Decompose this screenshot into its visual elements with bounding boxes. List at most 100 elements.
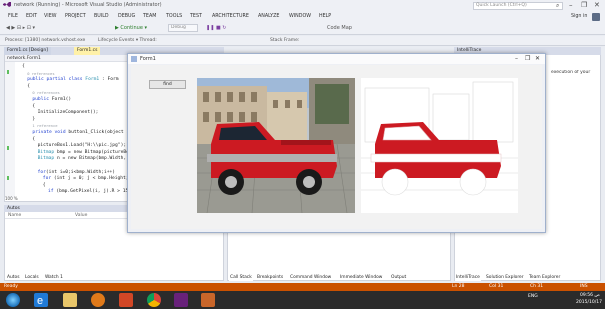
status-text: Ready (4, 284, 18, 289)
code-line[interactable]: { (27, 84, 30, 89)
form1-minimize-button[interactable]: – (515, 55, 518, 62)
code-line[interactable]: public partial class Form1 : Form (27, 77, 118, 82)
change-marker (7, 70, 9, 74)
start-button-icon[interactable] (6, 293, 20, 307)
debug-actions-icon[interactable]: ❚❚ ■ ↻ (206, 25, 226, 31)
minimize-button[interactable]: – (569, 1, 573, 9)
visual-studio-logo-icon (3, 2, 11, 7)
code-line[interactable]: { (32, 137, 35, 142)
menu-bar: FILE EDIT VIEW PROJECT BUILD DEBUG TEAM … (0, 11, 605, 22)
quick-launch-input[interactable]: Quick Launch (Ctrl+Q) (473, 2, 563, 10)
code-map-button[interactable]: Code Map (327, 25, 352, 31)
status-ch: Ch 31 (530, 284, 544, 289)
form-icon (131, 56, 137, 62)
menu-tools[interactable]: TOOLS (166, 14, 182, 19)
menu-project[interactable]: PROJECT (65, 14, 86, 19)
visual-studio-icon[interactable] (174, 293, 188, 307)
toolbar: ◀ ▶ ⊟ ▸ ⊡ ▾ ▶ Continue ▾ Debug ❚❚ ■ ↻ Co… (0, 22, 605, 35)
car-photo-icon (197, 78, 355, 213)
close-button[interactable]: ✕ (594, 1, 600, 9)
app-icon[interactable] (201, 293, 215, 307)
tab-breakpoints[interactable]: Breakpoints (256, 274, 284, 281)
maximize-button[interactable]: ❐ (581, 1, 587, 9)
column-value[interactable]: Value (75, 212, 87, 219)
debug-location-bar: Process: [1380] network.vshost.exe Lifec… (0, 36, 605, 46)
status-bar: Ready Ln 28 Col 31 Ch 31 INS (0, 283, 605, 291)
file-explorer-icon[interactable] (63, 293, 77, 307)
code-line[interactable]: 1 reference (32, 123, 57, 129)
continue-button[interactable]: ▶ Continue ▾ (115, 25, 147, 31)
zoom-level[interactable]: 100 % (5, 196, 45, 202)
tab-immediate-window[interactable]: Immediate Window (339, 274, 383, 281)
tab-autos[interactable]: Autos (6, 274, 20, 281)
code-line[interactable]: pictureBox1.Load("H:\\pic.jpg"); (38, 143, 127, 148)
class-dropdown[interactable]: network.Form1 (7, 55, 41, 62)
tab-solution-explorer[interactable]: Solution Explorer (485, 274, 525, 281)
process-dropdown[interactable]: Process: [1380] network.vshost.exe (5, 38, 85, 43)
tab-form1-cs[interactable]: Form1.cs (74, 47, 101, 55)
change-marker (7, 176, 9, 180)
processed-picture (361, 78, 518, 213)
column-name[interactable]: Name (8, 212, 21, 219)
code-line[interactable]: InitializeComponent(); (38, 110, 99, 115)
navigate-buttons[interactable]: ◀ ▶ ⊟ ▸ ⊡ ▾ (6, 25, 35, 31)
tray-date[interactable]: 2015/10/17 (576, 300, 602, 305)
original-picture (197, 78, 355, 213)
menu-architecture[interactable]: ARCHITECTURE (212, 14, 249, 19)
tab-form1-design[interactable]: Form1.cs [Design] (4, 47, 51, 55)
code-line[interactable]: } (32, 117, 35, 122)
menu-debug[interactable]: DEBUG (118, 14, 135, 19)
change-marker (7, 146, 9, 150)
form1-maximize-button[interactable]: ❐ (525, 55, 530, 62)
code-line[interactable]: if (bmp.GetPixel(i, j).R > 150) (48, 189, 134, 194)
search-icon[interactable]: ⌕ (556, 2, 559, 10)
intellitrace-text: execution of your (551, 70, 591, 75)
window-title: network (Running) - Microsoft Visual Stu… (14, 2, 162, 8)
avatar[interactable] (592, 13, 600, 21)
code-line[interactable]: { (32, 104, 35, 109)
status-col: Col 31 (489, 284, 504, 289)
code-line[interactable]: for(int i=0;i<bmp.Width;i++) (38, 170, 115, 175)
code-line[interactable]: 0 references (32, 90, 59, 96)
tray-language[interactable]: ENG (528, 294, 538, 299)
tab-locals[interactable]: Locals (24, 274, 40, 281)
form1-title: Form1 (140, 56, 156, 62)
menu-analyze[interactable]: ANALYZE (258, 14, 279, 19)
sign-in-link[interactable]: Sign in (571, 14, 587, 19)
status-line: Ln 28 (452, 284, 465, 289)
menu-window[interactable]: WINDOW (289, 14, 311, 19)
menu-build[interactable]: BUILD (94, 14, 109, 19)
title-bar: network (Running) - Microsoft Visual Stu… (0, 0, 605, 11)
menu-edit[interactable]: EDIT (26, 14, 37, 19)
status-mode: INS (580, 284, 588, 289)
menu-help[interactable]: HELP (319, 14, 331, 19)
tab-intellitrace[interactable]: IntelliTrace (455, 274, 481, 281)
code-line[interactable]: { (22, 64, 25, 69)
form1-close-button[interactable]: ✕ (535, 55, 540, 62)
menu-file[interactable]: FILE (8, 14, 18, 19)
code-line[interactable]: { (43, 183, 46, 188)
menu-team[interactable]: TEAM (143, 14, 156, 19)
code-line[interactable]: 0 references (27, 71, 54, 77)
form1-titlebar[interactable]: Form1 – ❐ ✕ (128, 54, 545, 64)
tab-output[interactable]: Output (390, 274, 407, 281)
tab-command-window[interactable]: Command Window (289, 274, 332, 281)
svg-text:e: e (37, 295, 43, 307)
tab-call-stack[interactable]: Call Stack (229, 274, 253, 281)
stack-frame-dropdown[interactable]: Stack Frame: (270, 38, 299, 43)
tab-watch1[interactable]: Watch 1 (44, 274, 64, 281)
menu-test[interactable]: TEST (190, 14, 202, 19)
chrome-icon[interactable] (147, 293, 161, 307)
lifecycle-events-dropdown[interactable]: Lifecycle Events ▾ Thread: (98, 38, 157, 43)
tray-time[interactable]: 09:56 ص (580, 293, 600, 298)
code-line[interactable]: public Form1() (32, 97, 71, 102)
tab-team-explorer[interactable]: Team Explorer (528, 274, 561, 281)
find-button[interactable]: find (149, 80, 186, 89)
config-dropdown[interactable]: Debug (168, 24, 198, 32)
taskbar: e ENG 09:56 ص 2015/10/17 (0, 291, 605, 309)
internet-explorer-icon[interactable]: e (34, 293, 48, 307)
media-player-icon[interactable] (91, 293, 105, 307)
menu-view[interactable]: VIEW (44, 14, 56, 19)
car-photo-processed-icon (361, 78, 518, 213)
powerpoint-icon[interactable] (119, 293, 133, 307)
